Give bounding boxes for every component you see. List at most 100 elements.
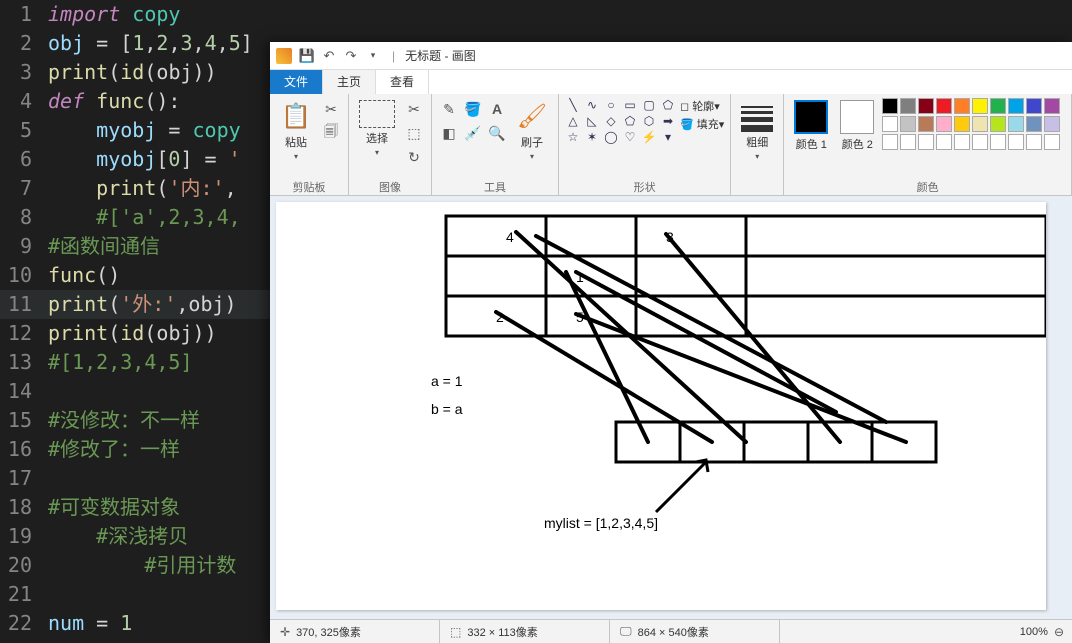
tab-view[interactable]: 查看 [376, 70, 429, 94]
palette-swatch[interactable] [1008, 134, 1024, 150]
zoom-out-icon[interactable]: ⊖ [1054, 625, 1064, 639]
color-palette [882, 98, 1060, 150]
shape-curve-icon[interactable]: ∿ [584, 98, 600, 112]
palette-swatch[interactable] [882, 134, 898, 150]
outline-button[interactable]: ◻ 轮廓▾ [680, 98, 724, 114]
shape-line-icon[interactable]: ╲ [565, 98, 581, 112]
select-button[interactable]: 选择 ▾ [355, 98, 399, 159]
palette-swatch[interactable] [954, 98, 970, 114]
crop-icon[interactable]: ✂ [403, 98, 425, 120]
shape-arrow-icon[interactable]: ➡ [660, 114, 676, 128]
chevron-down-icon: ▾ [375, 148, 379, 157]
palette-swatch[interactable] [990, 134, 1006, 150]
tab-file[interactable]: 文件 [270, 70, 323, 94]
palette-swatch[interactable] [900, 134, 916, 150]
group-clipboard: 📋 粘贴 ▾ ✂ 🗐 剪贴板 [270, 94, 349, 195]
quick-access-toolbar: 💾 ↶ ↷ ▾ [298, 47, 382, 65]
palette-swatch[interactable] [1026, 98, 1042, 114]
tab-home[interactable]: 主页 [323, 70, 376, 94]
titlebar[interactable]: 💾 ↶ ↷ ▾ | 无标题 - 画图 [270, 42, 1072, 70]
undo-icon[interactable]: ↶ [320, 47, 338, 65]
shape-heart-icon[interactable]: ♡ [622, 130, 638, 144]
palette-swatch[interactable] [972, 134, 988, 150]
bucket-icon[interactable]: 🪣 [462, 98, 484, 120]
color2-swatch [840, 100, 874, 134]
palette-swatch[interactable] [900, 98, 916, 114]
svg-text:4: 4 [506, 229, 514, 245]
group-label: 工具 [438, 179, 552, 193]
brushes-button[interactable]: 🖌 刷子 ▾ [512, 98, 552, 163]
status-cursor: ✛370, 325像素 [270, 620, 440, 643]
shape-star6-icon[interactable]: ✶ [584, 130, 600, 144]
canvas-area[interactable]: 4 3 1 2 5 [270, 196, 1072, 619]
rotate-icon[interactable]: ↻ [403, 146, 425, 168]
palette-swatch[interactable] [1044, 116, 1060, 132]
shape-roundrect-icon[interactable]: ▢ [641, 98, 657, 112]
palette-swatch[interactable] [936, 98, 952, 114]
line-gutter: 12345678910111213141516171819202122 [0, 0, 40, 638]
shape-poly-icon[interactable]: ⬠ [660, 98, 676, 112]
palette-swatch[interactable] [882, 98, 898, 114]
qat-dropdown-icon[interactable]: ▾ [364, 47, 382, 65]
shape-rtri-icon[interactable]: ◺ [584, 114, 600, 128]
resize-icon[interactable]: ⬚ [403, 122, 425, 144]
save-icon[interactable]: 💾 [298, 47, 316, 65]
palette-swatch[interactable] [936, 134, 952, 150]
color1-button[interactable]: 颜色 1 [790, 98, 832, 154]
chevron-down-icon: ▾ [294, 152, 298, 161]
status-zoom[interactable]: 100%⊖ [1012, 625, 1072, 639]
palette-swatch[interactable] [1026, 116, 1042, 132]
palette-swatch[interactable] [954, 134, 970, 150]
palette-swatch[interactable] [918, 116, 934, 132]
palette-swatch[interactable] [1044, 134, 1060, 150]
shape-more-icon[interactable]: ▾ [660, 130, 676, 144]
palette-swatch[interactable] [972, 98, 988, 114]
zoom-icon[interactable]: 🔍 [486, 122, 508, 144]
cut-icon[interactable]: ✂ [320, 98, 342, 120]
palette-swatch[interactable] [900, 116, 916, 132]
color2-button[interactable]: 颜色 2 [836, 98, 878, 154]
shape-pent-icon[interactable]: ⬠ [622, 114, 638, 128]
palette-swatch[interactable] [936, 116, 952, 132]
shape-star-icon[interactable]: ☆ [565, 130, 581, 144]
canvas[interactable]: 4 3 1 2 5 [276, 202, 1046, 610]
shape-diamond-icon[interactable]: ◇ [603, 114, 619, 128]
palette-swatch[interactable] [990, 98, 1006, 114]
shape-tri-icon[interactable]: △ [565, 114, 581, 128]
selection-size-icon: ⬚ [450, 625, 461, 639]
shape-callout-icon[interactable]: ◯ [603, 130, 619, 144]
paste-button[interactable]: 📋 粘贴 ▾ [276, 98, 316, 163]
palette-swatch[interactable] [918, 98, 934, 114]
fill-button[interactable]: 🪣 填充▾ [680, 116, 724, 132]
shapes-gallery[interactable]: ╲∿○▭▢⬠ △◺◇⬠⬡➡ ☆✶◯♡⚡▾ [565, 98, 676, 144]
chevron-down-icon: ▾ [530, 152, 534, 161]
redo-icon[interactable]: ↷ [342, 47, 360, 65]
thickness-button[interactable]: 粗细 ▾ [737, 98, 777, 163]
picker-icon[interactable]: 💉 [462, 122, 484, 144]
copy-icon[interactable]: 🗐 [320, 122, 342, 144]
palette-swatch[interactable] [1008, 116, 1024, 132]
palette-swatch[interactable] [1044, 98, 1060, 114]
color1-swatch [794, 100, 828, 134]
palette-swatch[interactable] [918, 134, 934, 150]
status-canvas-size: 🖵864 × 540像素 [610, 620, 780, 643]
shape-bolt-icon[interactable]: ⚡ [641, 130, 657, 144]
group-label: 形状 [565, 179, 724, 193]
palette-swatch[interactable] [1026, 134, 1042, 150]
text-icon[interactable]: A [486, 98, 508, 120]
status-bar: ✛370, 325像素 ⬚332 × 113像素 🖵864 × 540像素 10… [270, 619, 1072, 643]
palette-swatch[interactable] [882, 116, 898, 132]
pencil-icon[interactable]: ✎ [438, 98, 460, 120]
palette-swatch[interactable] [954, 116, 970, 132]
text-a: a = 1 [431, 373, 463, 389]
cursor-pos-icon: ✛ [280, 625, 290, 639]
palette-swatch[interactable] [990, 116, 1006, 132]
palette-swatch[interactable] [1008, 98, 1024, 114]
eraser-icon[interactable]: ◧ [438, 122, 460, 144]
code-area[interactable]: import copyobj = [1,2,3,4,5]print(id(obj… [48, 0, 253, 638]
palette-swatch[interactable] [972, 116, 988, 132]
shape-rect-icon[interactable]: ▭ [622, 98, 638, 112]
shape-oval-icon[interactable]: ○ [603, 98, 619, 112]
title-separator: | [392, 49, 395, 63]
shape-hex-icon[interactable]: ⬡ [641, 114, 657, 128]
